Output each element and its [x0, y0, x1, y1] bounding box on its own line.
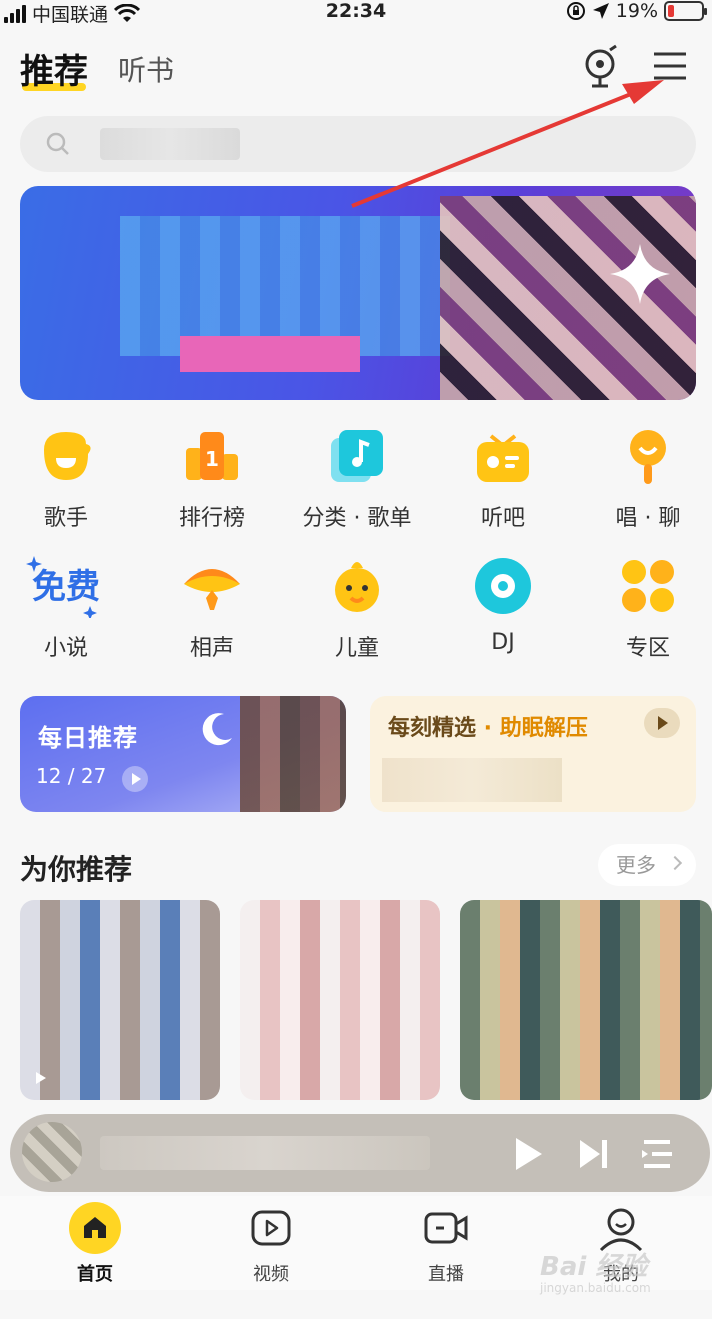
banner-pixelated-art	[120, 216, 450, 356]
daily-cover-pixelated	[240, 696, 346, 812]
rotation-lock-icon	[566, 2, 585, 20]
shortcut-novel[interactable]: 免费 小说	[0, 554, 136, 662]
grid-icon	[622, 560, 674, 612]
search-placeholder-blurred	[100, 128, 240, 160]
shortcut-singer[interactable]: 歌手	[0, 424, 136, 532]
mic-icon[interactable]	[580, 44, 620, 90]
playlist-queue-icon[interactable]	[638, 1134, 678, 1174]
video-icon	[251, 1210, 291, 1246]
mic-chat-icon	[630, 430, 666, 484]
shortcut-playlist[interactable]: 分类 · 歌单	[287, 424, 427, 532]
daily-play-button[interactable]	[122, 766, 148, 792]
menu-icon[interactable]	[652, 50, 688, 82]
shortcut-radio[interactable]: 听吧	[433, 424, 573, 532]
shortcut-zone[interactable]: 专区	[578, 554, 712, 662]
daily-title: 每日推荐	[38, 724, 138, 752]
moment-play-button[interactable]	[644, 708, 680, 738]
shortcut-kids[interactable]: 儿童	[287, 554, 427, 662]
chevron-right-icon	[667, 855, 683, 871]
location-icon	[592, 3, 609, 19]
nav-home[interactable]: 首页	[35, 1202, 155, 1286]
nav-live[interactable]: 直播	[386, 1202, 506, 1286]
mini-player[interactable]	[10, 1114, 710, 1192]
battery-percent: 19%	[615, 0, 658, 22]
moment-text-blurred	[382, 758, 562, 802]
moment-title: 每刻精选 · 助眠解压	[388, 716, 588, 741]
shortcut-chart[interactable]: 1 排行榜	[142, 424, 282, 532]
recommend-card[interactable]	[240, 900, 440, 1100]
chart-icon: 1	[186, 432, 238, 480]
shortcut-dj[interactable]: DJ	[433, 554, 573, 655]
recommend-card[interactable]	[460, 900, 712, 1100]
live-icon	[424, 1212, 468, 1244]
kids-icon	[335, 562, 379, 612]
disc-icon	[475, 558, 531, 614]
tab-recommend[interactable]: 推荐	[20, 44, 88, 93]
svg-text:1: 1	[205, 447, 219, 471]
radio-icon	[477, 434, 529, 482]
more-button[interactable]: 更多	[598, 844, 696, 886]
watermark: Bai 经验 jingyan.baidu.com	[540, 1252, 651, 1295]
player-cover	[22, 1122, 82, 1182]
play-icon[interactable]	[508, 1134, 548, 1174]
sparkle-icon	[610, 244, 670, 304]
shortcut-crosstalk[interactable]: 相声	[142, 554, 282, 662]
svg-text:免费: 免费	[32, 567, 100, 607]
moment-subtitle: 助眠解压	[499, 716, 588, 741]
tab-audiobook[interactable]: 听书	[118, 49, 174, 93]
singer-icon	[44, 432, 91, 480]
next-track-icon[interactable]	[574, 1134, 614, 1174]
battery-icon	[664, 1, 707, 21]
daily-recommend-card[interactable]: 每日推荐 12 / 27	[20, 696, 346, 812]
shortcut-sing-chat[interactable]: 唱 · 聊	[578, 424, 712, 532]
player-title-blurred	[100, 1136, 430, 1170]
fan-icon	[184, 569, 240, 610]
free-novel-icon: 免费	[26, 556, 100, 618]
top-tabs: 推荐 听书	[20, 44, 174, 93]
recommend-card[interactable]	[20, 900, 220, 1100]
moon-icon	[202, 713, 232, 746]
moment-picks-card[interactable]: 每刻精选 · 助眠解压	[370, 696, 696, 812]
daily-date: 12 / 27	[36, 764, 107, 788]
search-bar[interactable]	[20, 116, 696, 172]
promo-banner[interactable]	[20, 186, 696, 400]
banner-pixelated-strip	[180, 336, 360, 372]
search-icon	[46, 132, 69, 155]
home-icon	[69, 1202, 121, 1254]
play-icon	[36, 1072, 46, 1084]
status-bar: 中国联通 22:34 19%	[0, 0, 712, 26]
section-title: 为你推荐	[20, 853, 133, 886]
playlist-icon	[331, 430, 383, 482]
nav-video[interactable]: 视频	[211, 1202, 331, 1286]
